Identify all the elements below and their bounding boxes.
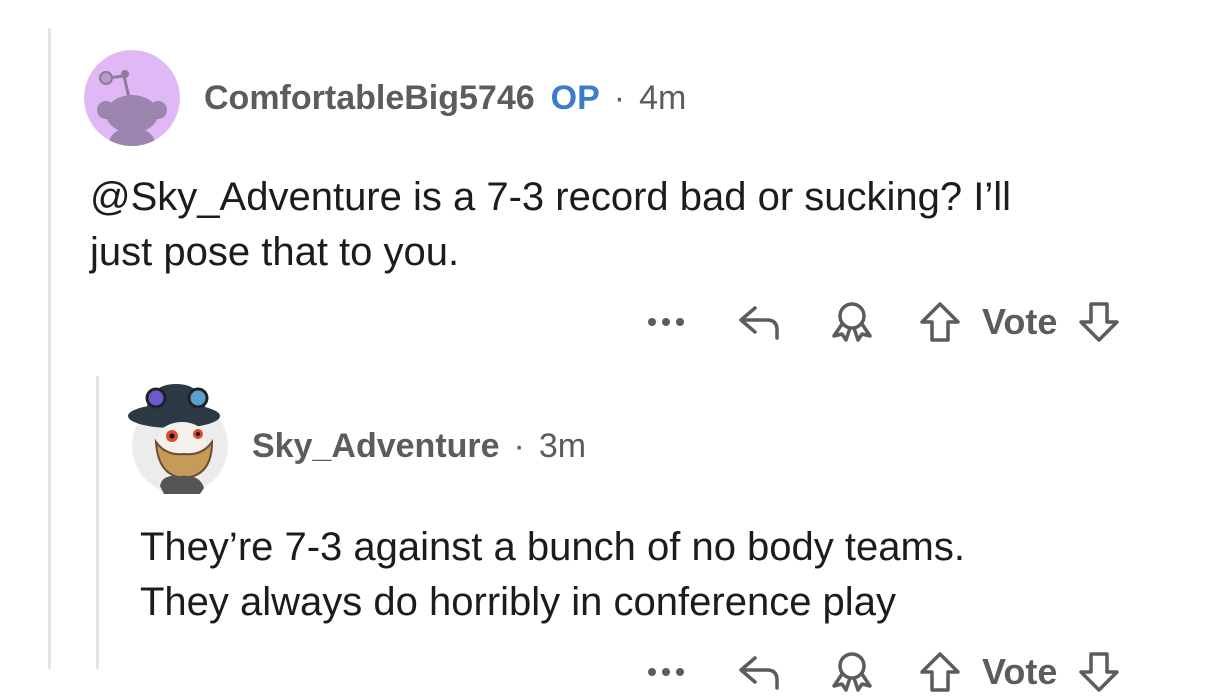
timestamp: 4m — [639, 78, 687, 117]
upvote-button[interactable] — [914, 296, 966, 348]
thread-line-root — [48, 28, 51, 669]
comment-meta: Sky_Adventure · 3m — [252, 426, 586, 466]
more-options-button[interactable] — [640, 646, 692, 698]
comment-body: @Sky_Adventure is a 7-3 record bad or su… — [90, 170, 1011, 280]
upvote-button[interactable] — [914, 646, 966, 698]
comment-actions: Vote — [640, 646, 1125, 698]
award-icon — [832, 652, 872, 692]
award-button[interactable] — [826, 646, 878, 698]
downvote-icon — [1079, 652, 1120, 692]
downvote-icon — [1079, 302, 1120, 342]
award-icon — [832, 302, 872, 342]
award-button[interactable] — [826, 296, 878, 348]
vote-count: Vote — [982, 301, 1058, 342]
comment-body: They’re 7-3 against a bunch of no body t… — [140, 520, 965, 630]
vote-count: Vote — [982, 651, 1058, 692]
username[interactable]: Sky_Adventure — [252, 427, 500, 466]
comment-meta: ComfortableBig5746 OP · 4m — [204, 78, 686, 118]
username[interactable]: ComfortableBig5746 — [204, 79, 535, 118]
more-horizontal-icon — [648, 668, 684, 676]
reply-icon — [739, 656, 779, 690]
comment-body-line: They’re 7-3 against a bunch of no body t… — [140, 525, 965, 569]
comment-body-line: @Sky_Adventure is a 7-3 record bad or su… — [90, 175, 1012, 219]
reply-button[interactable] — [734, 646, 786, 698]
downvote-button[interactable] — [1073, 646, 1125, 698]
downvote-button[interactable] — [1073, 296, 1125, 348]
more-options-button[interactable] — [640, 296, 692, 348]
op-badge: OP — [550, 78, 600, 117]
avatar[interactable] — [128, 376, 228, 496]
reply-button[interactable] — [734, 296, 786, 348]
upvote-icon — [920, 652, 960, 692]
timestamp: 3m — [538, 426, 587, 465]
reply-icon — [739, 306, 779, 340]
more-horizontal-icon — [648, 318, 684, 326]
comment-body-line: just pose that to you. — [90, 230, 460, 274]
upvote-icon — [920, 302, 960, 342]
snoo-avatar-icon — [84, 50, 180, 146]
custom-avatar-icon — [128, 384, 228, 494]
meta-separator: · — [513, 426, 525, 465]
thread-line-reply — [96, 376, 99, 669]
comment-actions: Vote — [640, 296, 1125, 348]
avatar[interactable] — [84, 50, 180, 146]
meta-separator: · — [613, 78, 626, 117]
comment-body-line: They always do horribly in conference pl… — [140, 580, 896, 624]
